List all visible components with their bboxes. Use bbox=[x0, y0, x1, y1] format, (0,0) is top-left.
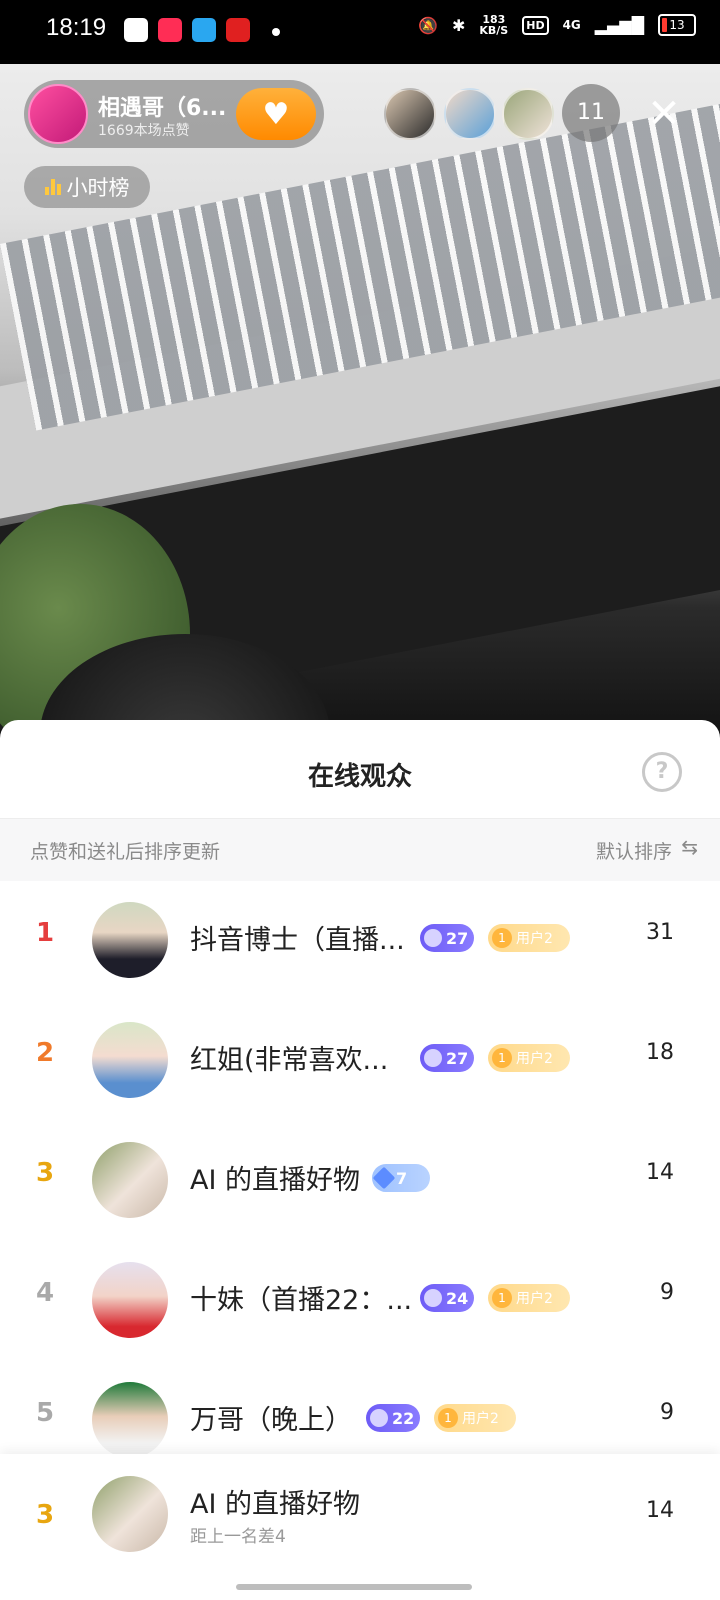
fan-badge: 1 用户2 bbox=[488, 1284, 570, 1312]
viewer-rank: 3 bbox=[35, 1158, 55, 1188]
status-indicators: 🔕 ✱ 183 KB/S HD 4G ▂▄▆█ 13 bbox=[418, 14, 696, 36]
viewer-rank: 2 bbox=[35, 1038, 55, 1068]
network-type: 4G bbox=[562, 18, 581, 32]
viewer-name: AI 的直播好物 bbox=[190, 1165, 361, 1196]
gem-icon bbox=[370, 1409, 388, 1427]
level-badge: 22 bbox=[366, 1404, 421, 1432]
gem-icon bbox=[424, 1289, 442, 1307]
mute-icon: 🔕 bbox=[418, 15, 438, 35]
my-rank: 3 bbox=[35, 1500, 55, 1530]
level-value: 7 bbox=[396, 1168, 408, 1188]
fan-club-icon: 1 bbox=[492, 1288, 512, 1308]
viewer-name: 万哥（晚上） bbox=[190, 1405, 352, 1436]
home-indicator[interactable] bbox=[236, 1584, 472, 1590]
level-badge: 27 bbox=[420, 1044, 475, 1072]
viewer-row[interactable]: 2 红姐(非常喜欢... 27 1 用户2 18 bbox=[0, 1000, 720, 1120]
diamond-icon bbox=[372, 1166, 396, 1190]
viewer-row[interactable]: 4 十妹（首播22：... 24 1 用户2 9 bbox=[0, 1240, 720, 1360]
fan-badge: 1 用户2 bbox=[488, 1044, 570, 1072]
viewer-score: 9 bbox=[660, 1400, 674, 1425]
telegram-icon bbox=[192, 18, 216, 42]
swap-icon[interactable]: ⇆ bbox=[681, 835, 698, 859]
fan-label: 用户2 bbox=[516, 1051, 553, 1067]
more-notifications-icon bbox=[272, 28, 280, 36]
my-rank-gap: 距上一名差4 bbox=[190, 1527, 286, 1547]
toutiao-icon bbox=[226, 18, 250, 42]
viewer-score: 31 bbox=[646, 920, 674, 945]
gem-icon bbox=[424, 1049, 442, 1067]
host-avatar[interactable] bbox=[28, 84, 88, 144]
level-value: 27 bbox=[446, 928, 469, 948]
help-icon[interactable]: ? bbox=[642, 752, 682, 792]
viewer-avatar[interactable] bbox=[92, 1262, 168, 1338]
fan-badge: 1 用户2 bbox=[488, 924, 570, 952]
follow-button[interactable]: ♥ bbox=[236, 88, 316, 140]
top-viewer-avatar[interactable] bbox=[444, 88, 496, 140]
fan-label: 用户2 bbox=[516, 1291, 553, 1307]
sort-bar: 点赞和送礼后排序更新 默认排序 ⇆ bbox=[0, 818, 720, 881]
level-value: 24 bbox=[446, 1288, 469, 1308]
fan-club-icon: 1 bbox=[492, 1048, 512, 1068]
close-icon[interactable]: ✕ bbox=[642, 92, 686, 136]
network-speed: 183 KB/S bbox=[479, 14, 508, 36]
fan-label: 用户2 bbox=[462, 1411, 499, 1427]
my-rank-row[interactable]: 3 AI 的直播好物 距上一名差4 14 bbox=[0, 1454, 720, 1600]
heart-plus-icon: ♥ bbox=[262, 96, 290, 132]
viewer-score: 14 bbox=[646, 1160, 674, 1185]
viewer-row[interactable]: 3 AI 的直播好物 7 14 bbox=[0, 1120, 720, 1240]
battery-level: 13 bbox=[669, 18, 685, 32]
my-score: 14 bbox=[646, 1498, 674, 1523]
viewer-row[interactable]: 1 抖音博士（直播... 27 1 用户2 31 bbox=[0, 880, 720, 1000]
host-likes: 1669本场点赞 bbox=[98, 123, 190, 139]
battery-icon: 13 bbox=[658, 14, 696, 36]
clock: 18:19 bbox=[46, 14, 107, 41]
hour-rank-label: 小时榜 bbox=[66, 176, 130, 200]
viewer-avatar[interactable] bbox=[92, 1142, 168, 1218]
viewer-rank: 5 bbox=[35, 1398, 55, 1428]
signal-icon: ▂▄▆█ bbox=[594, 15, 644, 35]
viewer-avatar[interactable] bbox=[92, 1382, 168, 1458]
speed-unit: KB/S bbox=[479, 24, 509, 37]
viewer-score: 18 bbox=[646, 1040, 674, 1065]
level-value: 27 bbox=[446, 1048, 469, 1068]
hour-rank-button[interactable]: 小时榜 bbox=[24, 166, 150, 208]
level-badge: 24 bbox=[420, 1284, 475, 1312]
hd-icon: HD bbox=[522, 15, 549, 35]
level-badge: 7 bbox=[372, 1164, 430, 1192]
viewer-name: 红姐(非常喜欢... bbox=[190, 1045, 389, 1076]
sort-button[interactable]: 默认排序 bbox=[596, 837, 672, 864]
level-badge: 27 bbox=[420, 924, 475, 952]
bluetooth-icon: ✱ bbox=[451, 15, 466, 35]
my-name: AI 的直播好物 bbox=[190, 1489, 361, 1520]
fan-club-icon: 1 bbox=[438, 1408, 458, 1428]
gem-icon bbox=[424, 929, 442, 947]
wechat-icon bbox=[124, 18, 148, 42]
viewer-rank: 4 bbox=[35, 1278, 55, 1308]
rank-bars-icon bbox=[44, 179, 61, 195]
fan-label: 用户2 bbox=[516, 931, 553, 947]
viewer-name: 抖音博士（直播... bbox=[190, 925, 405, 956]
top-viewer-avatar[interactable] bbox=[502, 88, 554, 140]
fan-badge: 1 用户2 bbox=[434, 1404, 516, 1432]
host-name: 相遇哥（6... bbox=[98, 96, 227, 121]
host-info[interactable]: 相遇哥（6... 1669本场点赞 ♥ bbox=[24, 80, 324, 148]
video-app-icon bbox=[158, 18, 182, 42]
viewer-score: 9 bbox=[660, 1280, 674, 1305]
level-value: 22 bbox=[392, 1408, 415, 1428]
viewer-avatar[interactable] bbox=[92, 902, 168, 978]
viewer-name: 十妹（首播22：... bbox=[190, 1285, 413, 1316]
status-bar: 18:19 🔕 ✱ 183 KB/S HD 4G ▂▄▆█ 13 bbox=[0, 0, 720, 64]
sheet-title: 在线观众 bbox=[307, 762, 412, 792]
fan-club-icon: 1 bbox=[492, 928, 512, 948]
viewer-avatar[interactable] bbox=[92, 1022, 168, 1098]
viewer-rank: 1 bbox=[35, 918, 55, 948]
top-viewer-avatar[interactable] bbox=[384, 88, 436, 140]
sort-hint: 点赞和送礼后排序更新 bbox=[30, 841, 221, 863]
my-avatar[interactable] bbox=[92, 1476, 168, 1552]
viewer-count[interactable]: 11 bbox=[562, 84, 620, 142]
